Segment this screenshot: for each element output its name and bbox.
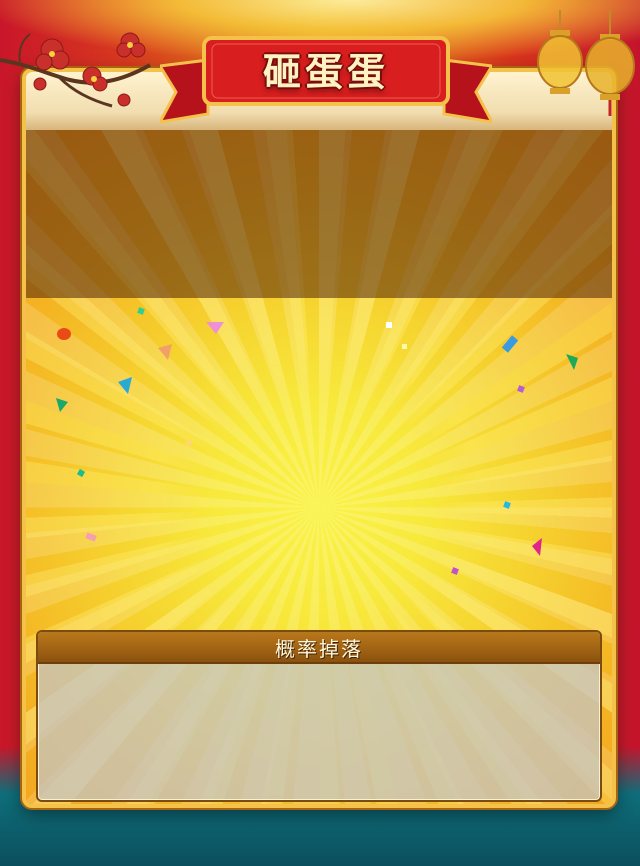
drop-rate-title: 概率掉落	[275, 636, 363, 661]
drop-rate-list	[38, 664, 600, 800]
drop-rate-panel: 概率掉落	[36, 630, 602, 802]
game-title: 砸蛋蛋	[262, 48, 389, 94]
drop-rate-header: 概率掉落	[38, 632, 600, 664]
red-lantern-icon	[537, 10, 635, 116]
title-banner: 砸蛋蛋	[160, 30, 492, 126]
plum-blossom-branch-icon	[0, 32, 151, 108]
smash-egg-panel: 概率掉落	[22, 68, 616, 808]
game-screen: 概率掉落 砸蛋蛋	[0, 0, 640, 866]
